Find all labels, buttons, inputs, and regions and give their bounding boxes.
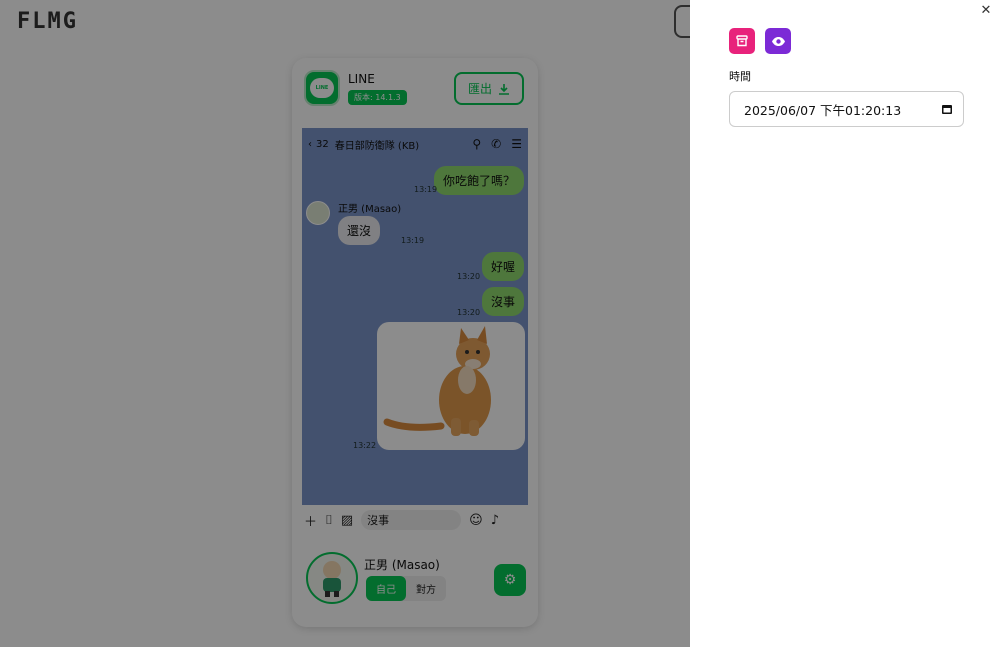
datetime-input[interactable]: 2025/06/07 下午01:20:13 bbox=[729, 91, 964, 127]
edit-drawer: ✕ 時間 2025/06/07 下午01:20:13 bbox=[690, 0, 1000, 647]
close-icon: ✕ bbox=[980, 3, 992, 18]
calendar-icon[interactable] bbox=[941, 103, 953, 115]
datetime-value: 2025/06/07 下午01:20:13 bbox=[744, 102, 902, 118]
delete-button[interactable] bbox=[729, 28, 755, 54]
preview-button[interactable] bbox=[765, 28, 791, 54]
time-label: 時間 bbox=[729, 70, 751, 83]
trash-icon bbox=[736, 35, 748, 47]
eye-icon bbox=[771, 36, 785, 46]
close-button[interactable]: ✕ bbox=[979, 4, 993, 18]
modal-backdrop[interactable] bbox=[0, 0, 690, 647]
